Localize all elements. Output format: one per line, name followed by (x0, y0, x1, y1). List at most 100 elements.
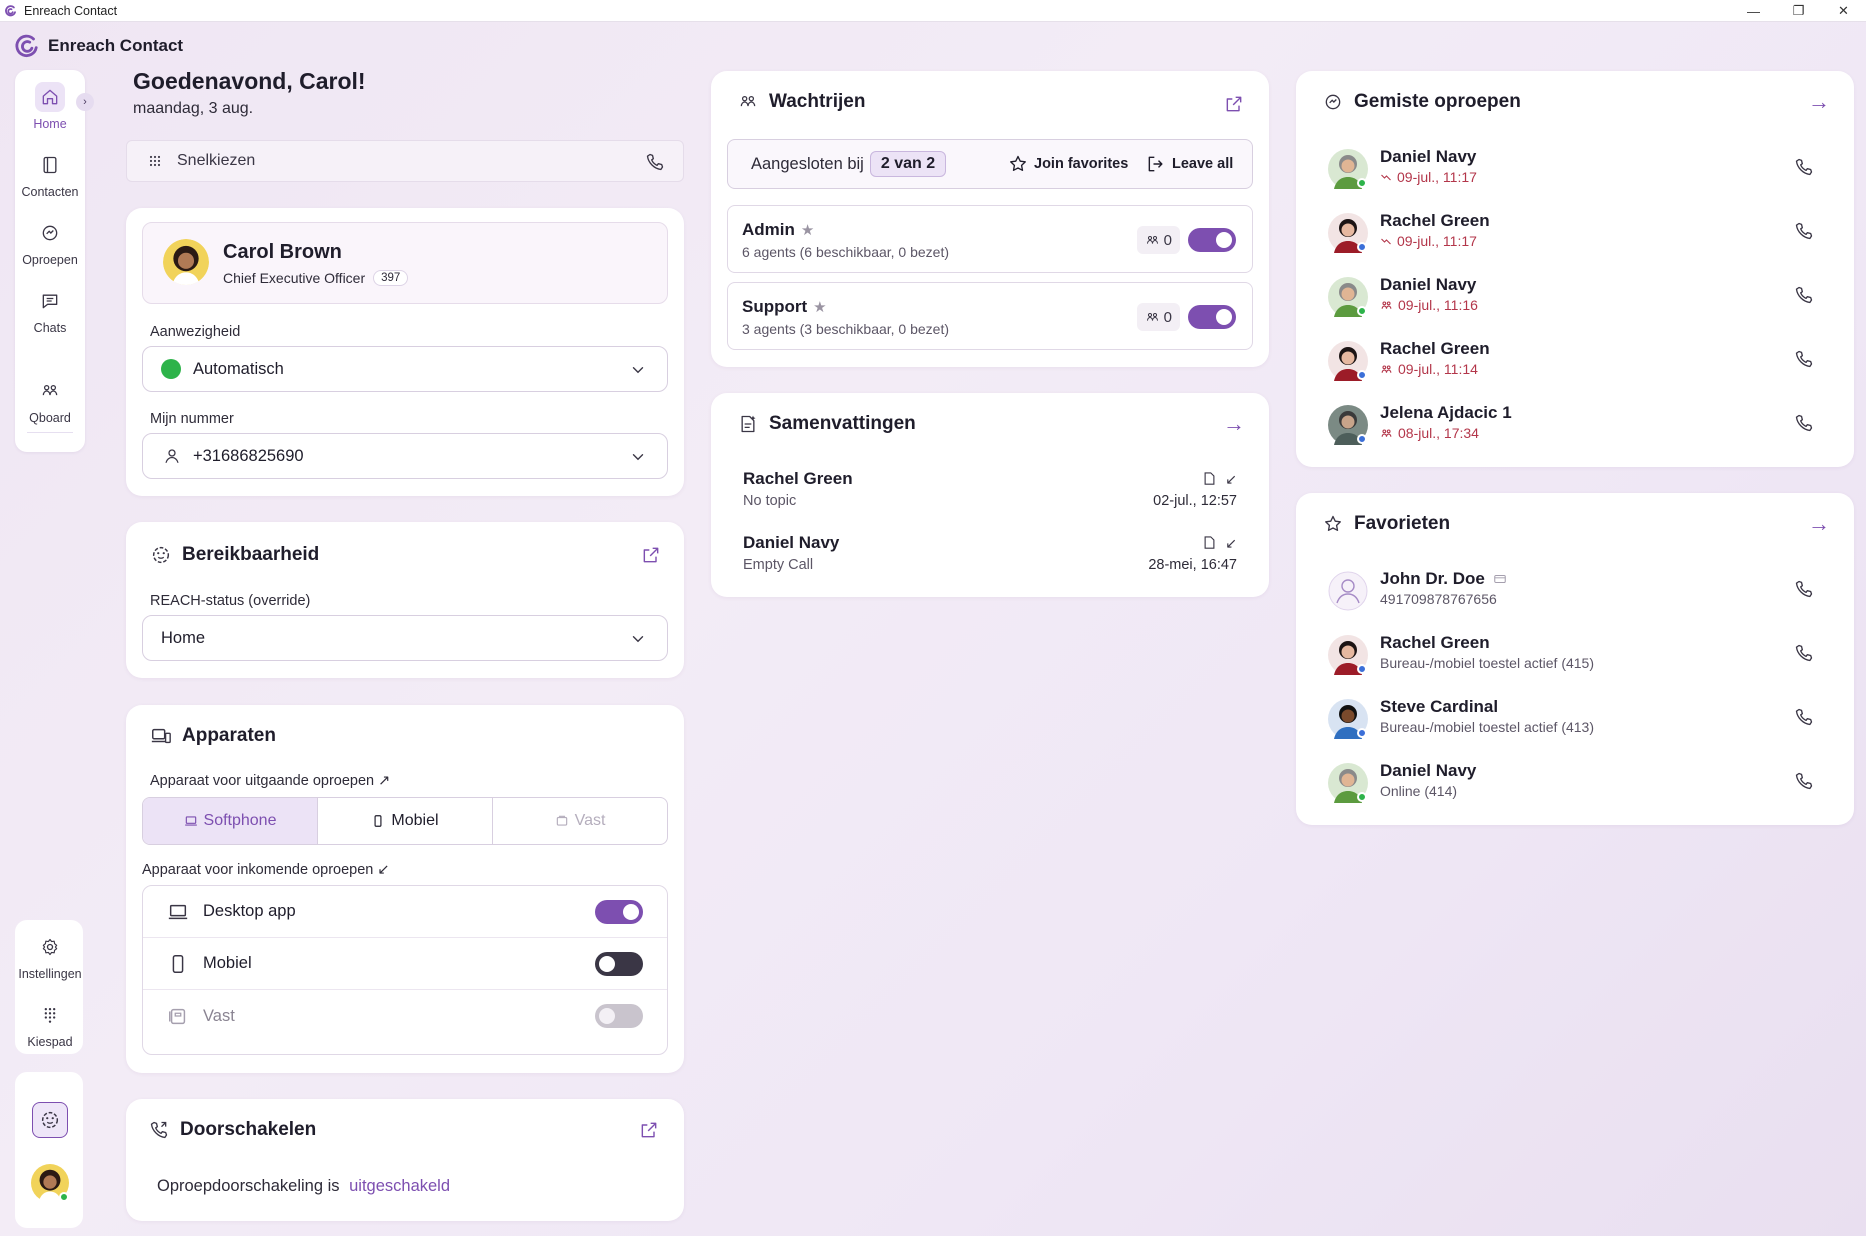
sidebar-item-label: Oproepen (22, 253, 78, 267)
missed-call-row[interactable]: Daniel Navy 09-jul., 11:16 (1328, 273, 1828, 325)
outgoing-option-mobiel[interactable]: Mobiel (318, 798, 493, 844)
contacts-icon (35, 150, 65, 180)
sidebar-expand-button[interactable]: › (76, 93, 94, 111)
phone-icon[interactable] (1794, 157, 1814, 177)
missed-call-time: 09-jul., 11:17 (1397, 233, 1477, 249)
phone-icon[interactable] (1794, 643, 1814, 663)
presence-value: Automatisch (193, 359, 284, 378)
laptop-icon (167, 901, 191, 923)
qboard-icon (1145, 233, 1160, 248)
missed-calls-card: Gemiste oproepen → Daniel Navy 09-jul., 1… (1296, 71, 1854, 467)
star-icon[interactable]: ★ (801, 221, 814, 239)
queue-waiting-value: 0 (1163, 231, 1172, 249)
missed-call-row[interactable]: Rachel Green 09-jul., 11:17 (1328, 209, 1828, 261)
missed-call-row[interactable]: Jelena Ajdacic 1 08-jul., 17:34 (1328, 401, 1828, 453)
summary-item[interactable]: Rachel Green No topic ↙ 02-jul., 12:57 (743, 469, 1237, 519)
reach-status-value: Home (161, 628, 206, 647)
presence-select[interactable]: Automatisch (142, 346, 668, 392)
presence-label: Aanwezigheid (150, 324, 241, 340)
queue-name: Admin (742, 220, 795, 239)
phone-icon[interactable] (1794, 221, 1814, 241)
sidebar-item-label: Instellingen (18, 967, 82, 981)
phone-icon[interactable] (1794, 771, 1814, 791)
favorite-row[interactable]: Rachel Green Bureau-/mobiel toestel actie… (1328, 631, 1828, 683)
incoming-arrow-icon: ↙ (1225, 471, 1237, 487)
sidebar-item-instellingen[interactable]: Instellingen (15, 932, 85, 992)
queue-missed-icon (1380, 363, 1393, 376)
summaries-title: Samenvattingen (769, 413, 916, 434)
missed-call-row[interactable]: Rachel Green 09-jul., 11:14 (1328, 337, 1828, 389)
sidebar-item-chats[interactable]: Chats (15, 286, 85, 346)
joined-label: Aangesloten bij (751, 154, 864, 173)
missed-calls-title: Gemiste oproepen (1354, 91, 1521, 112)
sidebar-item-home[interactable]: Home (15, 82, 85, 142)
reach-status-button[interactable] (32, 1102, 68, 1138)
join-favorites-button[interactable]: Join favorites (1008, 154, 1128, 174)
sidebar-item-contacten[interactable]: Contacten (15, 150, 85, 210)
open-external-icon[interactable] (1223, 93, 1245, 115)
maximize-button[interactable]: ❐ (1776, 0, 1821, 22)
chevron-down-icon (629, 448, 647, 466)
sidebar-item-oproepen[interactable]: Oproepen (15, 218, 85, 278)
phone-icon[interactable] (1794, 413, 1814, 433)
summary-item[interactable]: Daniel Navy Empty Call ↙ 28-mei, 16:47 (743, 533, 1237, 583)
user-avatar-button[interactable] (31, 1164, 69, 1202)
reach-status-select[interactable]: Home (142, 615, 668, 661)
brand: Enreach Contact (14, 33, 183, 59)
outgoing-option-softphone[interactable]: Softphone (143, 798, 318, 844)
presence-dot (1357, 370, 1367, 380)
phone-icon[interactable] (1794, 349, 1814, 369)
phone-icon[interactable] (1794, 285, 1814, 305)
arrow-right-icon[interactable]: → (1223, 411, 1245, 437)
leave-all-label: Leave all (1172, 156, 1234, 172)
leave-all-button[interactable]: Leave all (1146, 154, 1233, 174)
summary-icon (737, 413, 759, 435)
phone-icon[interactable] (1794, 579, 1814, 599)
favorite-row[interactable]: John Dr. Doe 491709878767656 (1328, 567, 1828, 619)
quickdial-input[interactable]: Snelkiezen (126, 140, 684, 182)
devices-title: Apparaten (182, 725, 276, 746)
arrow-right-icon[interactable]: → (1808, 89, 1830, 115)
sidebar-item-qboard[interactable]: Qboard (15, 376, 85, 436)
desktop-app-toggle[interactable] (595, 900, 643, 924)
sidebar-item-kiespad[interactable]: Kiespad (15, 1000, 85, 1060)
summary-date: 02-jul., 12:57 (1153, 493, 1237, 509)
arrow-right-icon[interactable]: → (1808, 511, 1830, 537)
summary-name: Daniel Navy (743, 533, 840, 552)
devices-card: Apparaten Apparaat voor uitgaande oproep… (126, 705, 684, 1073)
outgoing-device-label: Apparaat voor uitgaande oproepen ↗ (150, 773, 391, 789)
presence-dot (1357, 664, 1367, 674)
favorite-row[interactable]: Steve Cardinal Bureau-/mobiel toestel act… (1328, 695, 1828, 747)
missed-call-row[interactable]: Daniel Navy 09-jul., 11:17 (1328, 145, 1828, 197)
summary-doc-icon (1202, 535, 1217, 552)
mobile-toggle[interactable] (595, 952, 643, 976)
incoming-device-label: Vast (203, 1006, 235, 1025)
missed-call-time: 09-jul., 11:17 (1397, 169, 1477, 185)
phone-icon[interactable] (1794, 707, 1814, 727)
open-external-icon[interactable] (638, 1119, 660, 1141)
queue-waiting-count: 0 (1136, 226, 1180, 254)
sidebar-user-area (15, 1072, 83, 1228)
contact-name: Steve Cardinal (1380, 697, 1499, 716)
calls-icon (35, 218, 65, 248)
presence-dot (1357, 178, 1367, 188)
queue-admin-toggle[interactable] (1188, 228, 1236, 252)
close-button[interactable]: ✕ (1821, 0, 1866, 22)
number-select[interactable]: +31686825690 (142, 433, 668, 479)
contact-status: Bureau-/mobiel toestel actief (413) (1380, 719, 1594, 735)
forwarding-status-link[interactable]: uitgeschakeld (349, 1177, 450, 1195)
phone-icon[interactable] (645, 152, 665, 177)
open-external-icon[interactable] (640, 544, 662, 566)
logout-icon (1146, 154, 1166, 174)
queue-summary: 6 agents (6 beschikbaar, 0 bezet) (742, 244, 950, 260)
profile-card: Carol Brown Chief Executive Officer 397 … (126, 208, 684, 496)
devices-icon (150, 725, 172, 747)
mobile-icon (167, 953, 191, 975)
forwarding-status-text: Oproepdoorschakeling is uitgeschakeld (157, 1177, 450, 1196)
summaries-card: Samenvattingen → Rachel Green No topic ↙… (711, 393, 1269, 597)
reachability-card: Bereikbaarheid REACH-status (override) H… (126, 522, 684, 678)
minimize-button[interactable]: — (1731, 0, 1776, 22)
queue-support-toggle[interactable] (1188, 305, 1236, 329)
star-icon[interactable]: ★ (813, 298, 826, 316)
favorite-row[interactable]: Daniel Navy Online (414) (1328, 759, 1828, 811)
